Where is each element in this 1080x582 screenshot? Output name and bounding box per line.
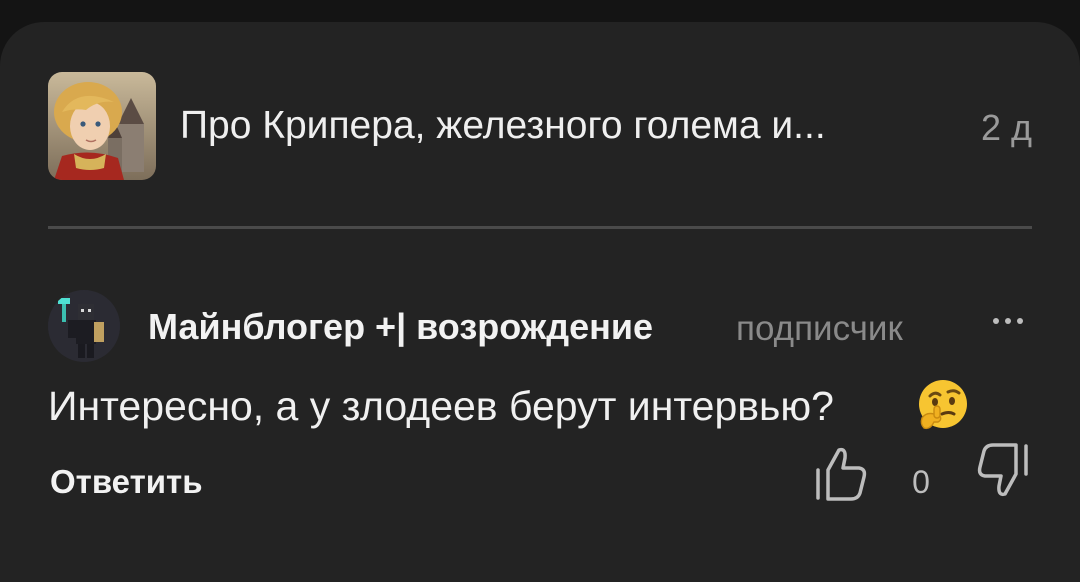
comment-text: Интересно, а у злодеев берут интервью? <box>48 383 834 429</box>
thumbs-up-icon[interactable] <box>812 442 872 504</box>
anime-prince-castle-icon <box>48 72 156 180</box>
thinking-face-emoji <box>916 378 970 432</box>
subscriber-badge: подписчик <box>736 309 903 348</box>
more-horizontal-icon[interactable] <box>982 306 1034 336</box>
post-header[interactable]: Про Крипера, железного голема и... 2 д <box>48 72 1040 180</box>
post-title: Про Крипера, железного голема и... <box>180 104 826 147</box>
reply-button[interactable]: Ответить <box>50 460 203 504</box>
like-count: 0 <box>912 464 930 500</box>
post-time: 2 д <box>980 107 1032 148</box>
divider <box>48 226 1032 229</box>
comment-author[interactable]: Майнблогер +| возрождение <box>148 304 653 350</box>
thumbs-down-icon[interactable] <box>972 440 1032 502</box>
minecraft-character-icon[interactable] <box>48 290 120 362</box>
